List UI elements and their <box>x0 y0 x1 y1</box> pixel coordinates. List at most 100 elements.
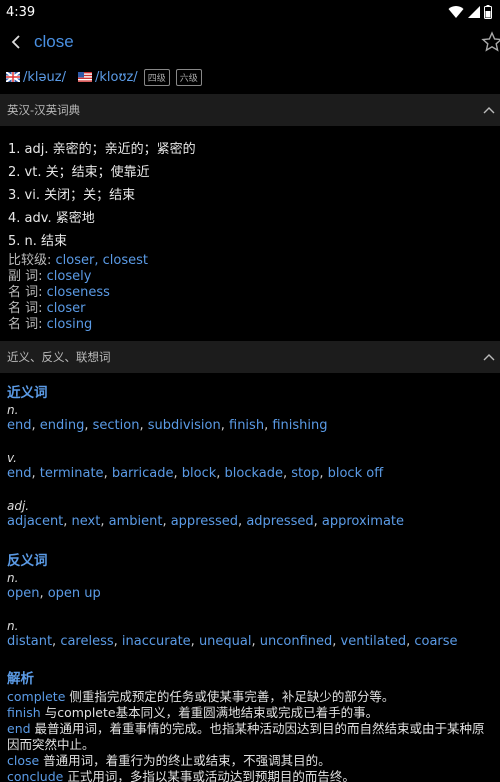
analysis-word-link[interactable]: end <box>7 721 31 736</box>
related-word-link[interactable]: subdivision <box>148 418 221 433</box>
analysis-item: end 最普通用词，着重事情的完成。也指某种活动因达到目的而自然结束或由于某种原… <box>7 721 493 753</box>
part-of-speech: n. <box>7 403 19 417</box>
analysis-item: conclude 正式用词，多指以某事或活动达到预期目的而告终。 <box>7 769 493 782</box>
related-word-link[interactable]: unequal <box>199 634 252 649</box>
antonyms-list: n. open, open up n. distant, careless, inac… <box>7 571 493 667</box>
section-title: 英汉-汉英词典 <box>7 103 81 117</box>
part-of-speech: adj. <box>7 499 30 513</box>
analysis-text: 普通用词，着重行为的终止或结束，不强调其目的。 <box>39 753 331 768</box>
word-form-link[interactable]: closely <box>47 269 92 284</box>
word-list: end, terminate, barricade, block, blocka… <box>7 465 493 483</box>
related-word-link[interactable]: end <box>7 466 32 481</box>
chevron-up-icon <box>483 107 495 114</box>
signal-icon <box>468 6 480 18</box>
word-separator: , <box>31 418 40 433</box>
word-separator: , <box>139 418 148 433</box>
wifi-icon <box>448 5 464 18</box>
analysis-text: 侧重指完成预定的任务或使某事完善，补足缺少的部分等。 <box>65 689 395 704</box>
definition-item: 5. n. 结束 <box>8 234 68 249</box>
uk-phonetic: /kləuz/ <box>23 69 66 85</box>
analysis-title: 解析 <box>7 671 34 687</box>
related-word-link[interactable]: ambient <box>109 514 163 529</box>
related-word-link[interactable]: open <box>7 586 39 601</box>
status-icons <box>448 5 492 19</box>
word-separator: , <box>173 466 182 481</box>
related-word-link[interactable]: next <box>72 514 101 529</box>
us-phonetic: /kloʊz/ <box>94 69 138 85</box>
related-word-link[interactable]: finishing <box>272 418 327 433</box>
word-form-label: 名 词: <box>8 317 43 332</box>
word-separator: , <box>251 634 260 649</box>
related-word-link[interactable]: distant <box>7 634 52 649</box>
favorite-star-icon[interactable] <box>480 30 500 54</box>
word-separator: , <box>103 466 112 481</box>
definitions: 1. adj. 亲密的；亲近的；紧密的 2. vt. 关；结束；使靠近 3. v… <box>0 126 500 333</box>
level-badge-cet4: 四级 <box>143 68 170 86</box>
related-word-link[interactable]: finish <box>229 418 264 433</box>
related-word-link[interactable]: approximate <box>322 514 404 529</box>
word-form: 名 词: closing <box>8 317 492 333</box>
part-of-speech: n. <box>7 619 19 633</box>
analysis-text: 与complete基本同义，着重圆满地结束或完成已着手的事。 <box>40 705 379 720</box>
related-word-link[interactable]: barricade <box>112 466 174 481</box>
word-form-link[interactable]: closer <box>47 301 86 316</box>
related-word-link[interactable]: block off <box>328 466 384 481</box>
word-separator: , <box>319 466 328 481</box>
word-list: distant, careless, inaccurate, unequal, … <box>7 633 493 651</box>
related-word-link[interactable]: inaccurate <box>122 634 191 649</box>
word-separator: , <box>63 514 72 529</box>
word-separator: , <box>39 586 48 601</box>
related-word-link[interactable]: stop <box>291 466 319 481</box>
word-form: 名 词: closer <box>8 301 492 317</box>
word-separator: , <box>332 634 341 649</box>
related-word-link[interactable]: ventilated <box>341 634 407 649</box>
analysis-item: finish 与complete基本同义，着重圆满地结束或完成已着手的事。 <box>7 705 493 721</box>
analysis-word-link[interactable]: conclude <box>7 769 63 782</box>
related-word-link[interactable]: block <box>182 466 217 481</box>
related-word-link[interactable]: appressed <box>171 514 238 529</box>
word-form: 副 词: closely <box>8 269 492 285</box>
word-separator: , <box>190 634 199 649</box>
related-word-link[interactable]: adpressed <box>246 514 313 529</box>
word-form: 名 词: closeness <box>8 285 492 301</box>
word-separator: , <box>220 418 229 433</box>
related-word-link[interactable]: end <box>7 418 32 433</box>
related-word-link[interactable]: section <box>93 418 140 433</box>
related-word-link[interactable]: blockade <box>225 466 283 481</box>
word-separator: , <box>113 634 122 649</box>
analysis-text: 最普通用词，着重事情的完成。也指某种活动因达到目的而自然结束或由于某种原因而突然… <box>7 721 485 752</box>
word-separator: , <box>84 418 93 433</box>
word-form-link[interactable]: closing <box>47 317 93 332</box>
uk-pronunciation[interactable]: /kləuz/ <box>6 70 66 85</box>
word-separator: , <box>100 514 109 529</box>
related-word-link[interactable]: coarse <box>414 634 457 649</box>
related-word-link[interactable]: open up <box>48 586 101 601</box>
chevron-left-icon <box>11 35 20 49</box>
back-button[interactable] <box>2 24 30 60</box>
related-word-link[interactable]: ending <box>40 418 85 433</box>
analysis-word-link[interactable]: close <box>7 753 39 768</box>
definition-item: 2. vt. 关；结束；使靠近 <box>8 165 150 180</box>
word-form-link[interactable]: closer, closest <box>56 253 148 268</box>
us-pronunciation[interactable]: /kloʊz/ <box>77 69 138 85</box>
word-form: 比较级: closer, closest <box>8 253 492 269</box>
analysis-word-link[interactable]: finish <box>7 705 41 720</box>
word-form-label: 副 词: <box>8 269 43 284</box>
section-header-related[interactable]: 近义、反义、联想词 <box>0 341 500 373</box>
analysis-item: close 普通用词，着重行为的终止或结束，不强调其目的。 <box>7 753 493 769</box>
definition-item: 4. adv. 紧密地 <box>8 211 95 226</box>
word-form-label: 名 词: <box>8 301 43 316</box>
antonyms-title: 反义词 <box>7 553 48 569</box>
related-word-link[interactable]: careless <box>60 634 113 649</box>
related-word-link[interactable]: adjacent <box>7 514 63 529</box>
definition-item: 1. adj. 亲密的；亲近的；紧密的 <box>8 142 196 157</box>
analysis-word-link[interactable]: complete <box>7 689 65 704</box>
related-word-link[interactable]: unconfined <box>260 634 333 649</box>
related-word-link[interactable]: terminate <box>40 466 104 481</box>
part-of-speech: n. <box>7 571 19 585</box>
section-header-dictionary[interactable]: 英汉-汉英词典 <box>0 94 500 126</box>
level-badge-cet6: 六级 <box>175 68 202 86</box>
word-separator: , <box>31 466 40 481</box>
word-form-link[interactable]: closeness <box>47 285 110 300</box>
synonyms-title: 近义词 <box>7 385 48 401</box>
